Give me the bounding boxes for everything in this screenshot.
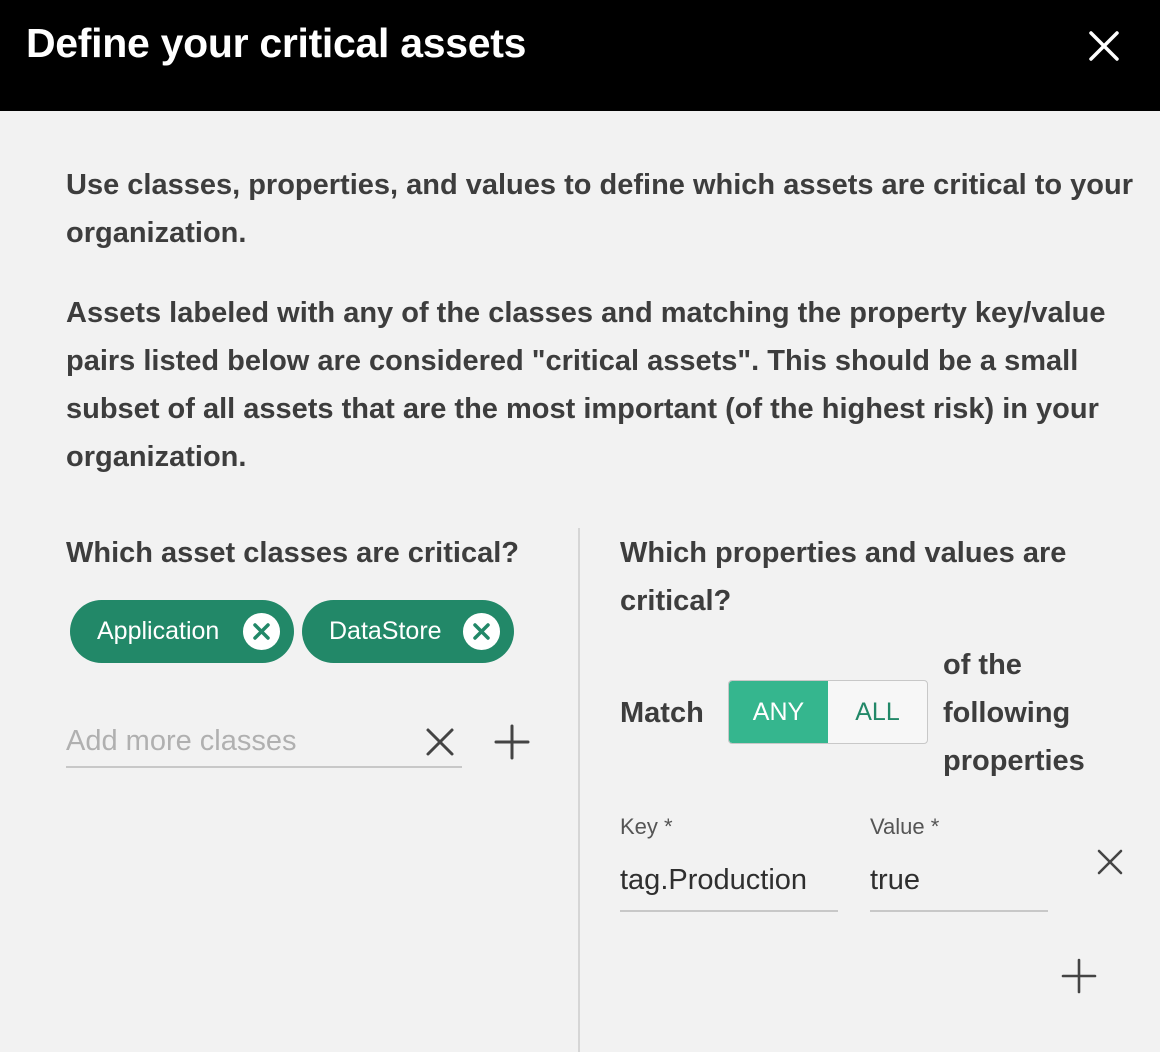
column-divider bbox=[578, 528, 580, 1052]
add-class-button[interactable] bbox=[494, 724, 530, 760]
property-value-input[interactable] bbox=[870, 856, 1048, 912]
dialog-title: Define your critical assets bbox=[26, 20, 527, 66]
class-chip-datastore: DataStore bbox=[302, 600, 514, 663]
remove-chip-button[interactable] bbox=[463, 613, 500, 650]
class-chip-application: Application bbox=[70, 600, 294, 663]
add-property-button[interactable] bbox=[1061, 958, 1097, 994]
add-classes-input[interactable] bbox=[66, 716, 462, 768]
dialog-header: Define your critical assets bbox=[0, 0, 1160, 111]
chip-label: Application bbox=[97, 617, 220, 645]
match-label: Match bbox=[620, 697, 704, 729]
close-icon bbox=[426, 728, 454, 756]
close-dialog-button[interactable] bbox=[1082, 24, 1126, 68]
intro-paragraph: Use classes, properties, and values to d… bbox=[66, 169, 1133, 249]
chip-label: DataStore bbox=[329, 617, 442, 645]
match-any-option[interactable]: ANY bbox=[729, 681, 828, 743]
match-all-option[interactable]: ALL bbox=[828, 681, 927, 743]
remove-property-button[interactable] bbox=[1094, 846, 1126, 878]
plus-icon bbox=[494, 724, 530, 760]
clear-classes-button[interactable] bbox=[424, 726, 456, 758]
remove-chip-button[interactable] bbox=[243, 613, 280, 650]
remove-circle-icon bbox=[473, 623, 490, 640]
close-icon bbox=[1089, 31, 1119, 61]
property-key-input[interactable] bbox=[620, 856, 838, 912]
close-icon bbox=[1097, 849, 1123, 875]
value-field-label: Value * bbox=[870, 814, 940, 839]
remove-circle-icon bbox=[253, 623, 270, 640]
match-mode-toggle: ANY ALL bbox=[728, 680, 928, 744]
following-properties-text: of the following properties bbox=[943, 649, 1085, 777]
critical-assets-dialog: Define your critical assets Use classes,… bbox=[0, 0, 1160, 1052]
plus-icon bbox=[1061, 958, 1097, 994]
properties-heading: Which properties and values are critical… bbox=[620, 537, 1067, 617]
intro-paragraph-detail: Assets labeled with any of the classes a… bbox=[66, 297, 1106, 473]
key-field-label: Key * bbox=[620, 814, 673, 839]
asset-classes-heading: Which asset classes are critical? bbox=[66, 537, 519, 569]
